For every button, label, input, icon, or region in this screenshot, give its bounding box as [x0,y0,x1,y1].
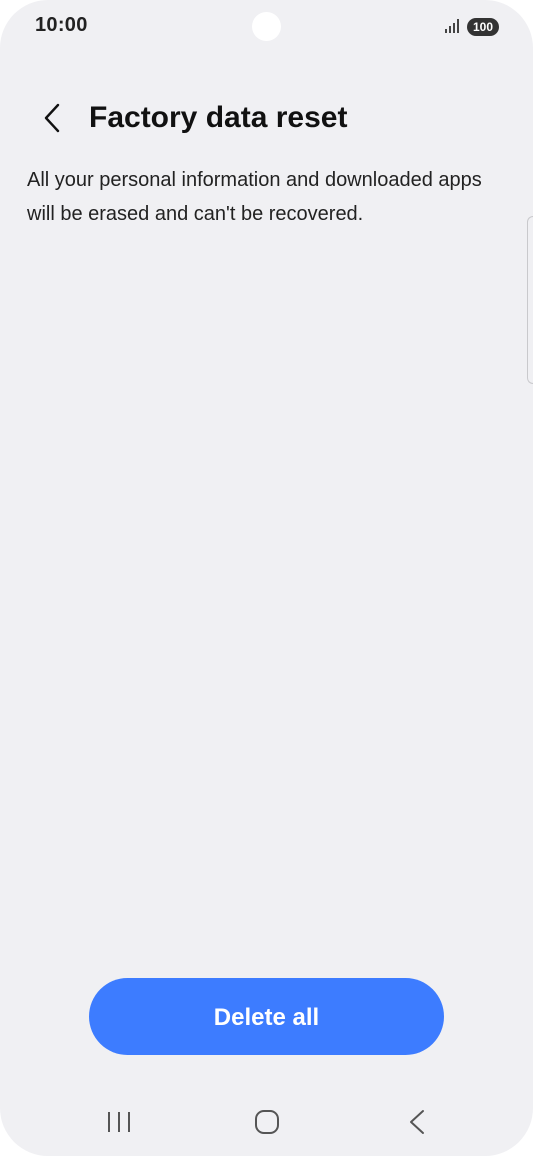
phone-screen: 10:00 100 Factory data reset All your pe… [0,0,533,1156]
status-time: 10:00 [35,14,88,36]
delete-all-button[interactable]: Delete all [89,978,444,1055]
recent-apps-icon [108,1112,130,1132]
nav-back-button[interactable] [392,1104,442,1140]
home-icon [255,1110,279,1134]
scroll-indicator[interactable] [527,216,533,384]
home-button[interactable] [242,1104,292,1140]
camera-cutout [252,12,281,41]
navigation-bar [0,1090,533,1156]
back-button[interactable] [30,96,74,140]
back-icon [410,1110,424,1134]
page-title: Factory data reset [89,101,348,134]
reset-description: All your personal information and downlo… [27,169,482,225]
recent-apps-button[interactable] [94,1104,144,1140]
battery-icon: 100 [467,18,499,36]
chevron-left-icon [44,103,60,133]
signal-icon [445,19,459,33]
status-bar: 10:00 100 [0,0,533,56]
header: Factory data reset [0,90,533,146]
